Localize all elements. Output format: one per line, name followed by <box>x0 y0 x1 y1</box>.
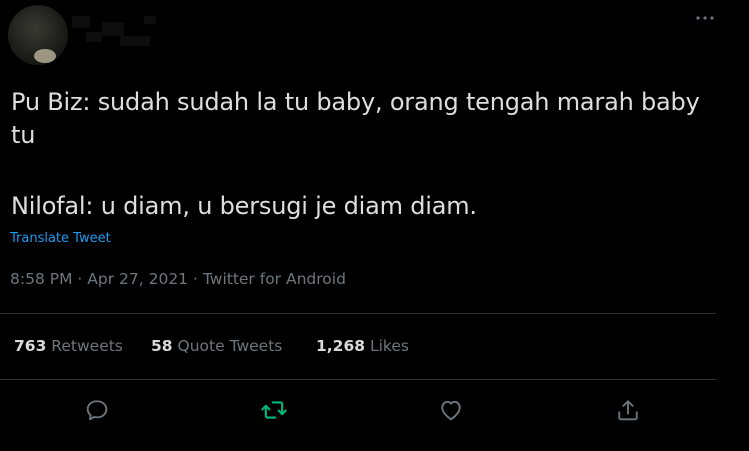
quote-tweets-stat[interactable]: 58 Quote Tweets <box>151 337 282 355</box>
tweet-time[interactable]: 8:58 PM <box>10 270 72 288</box>
divider <box>0 313 716 314</box>
tweet-date[interactable]: Apr 27, 2021 <box>87 270 188 288</box>
tweet-paragraph: Nilofal: u diam, u bersugi je diam diam. <box>11 192 477 220</box>
reply-button[interactable] <box>83 396 111 424</box>
avatar-highlight <box>34 49 56 63</box>
tweet-paragraph: Pu Biz: sudah sudah la tu baby, orang te… <box>11 88 700 149</box>
more-options-icon[interactable] <box>693 8 717 28</box>
retweets-label: Retweets <box>51 337 123 355</box>
redacted-username <box>72 12 158 50</box>
tweet-text: Pu Biz: sudah sudah la tu baby, orang te… <box>11 86 731 223</box>
likes-label: Likes <box>369 337 409 355</box>
speech-bubble-icon <box>86 400 108 421</box>
meta-separator: · <box>192 270 198 288</box>
tweet-source[interactable]: Twitter for Android <box>203 270 346 288</box>
tweet-metadata: 8:58 PM · Apr 27, 2021 · Twitter for And… <box>10 270 346 288</box>
likes-stat[interactable]: 1,268 Likes <box>316 337 409 355</box>
retweet-icon <box>261 401 287 419</box>
translate-tweet-link[interactable]: Translate Tweet <box>10 231 111 246</box>
retweets-count: 763 <box>14 337 47 355</box>
avatar[interactable] <box>8 5 68 65</box>
like-button[interactable] <box>437 396 465 424</box>
share-icon <box>618 400 638 421</box>
divider <box>0 379 716 380</box>
quote-tweets-count: 58 <box>151 337 173 355</box>
heart-icon <box>441 400 461 421</box>
retweets-stat[interactable]: 763 Retweets <box>14 337 123 355</box>
retweet-button[interactable] <box>260 396 288 424</box>
meta-separator: · <box>77 270 83 288</box>
likes-count: 1,268 <box>316 337 366 355</box>
share-button[interactable] <box>614 396 642 424</box>
quote-tweets-label: Quote Tweets <box>177 337 283 355</box>
